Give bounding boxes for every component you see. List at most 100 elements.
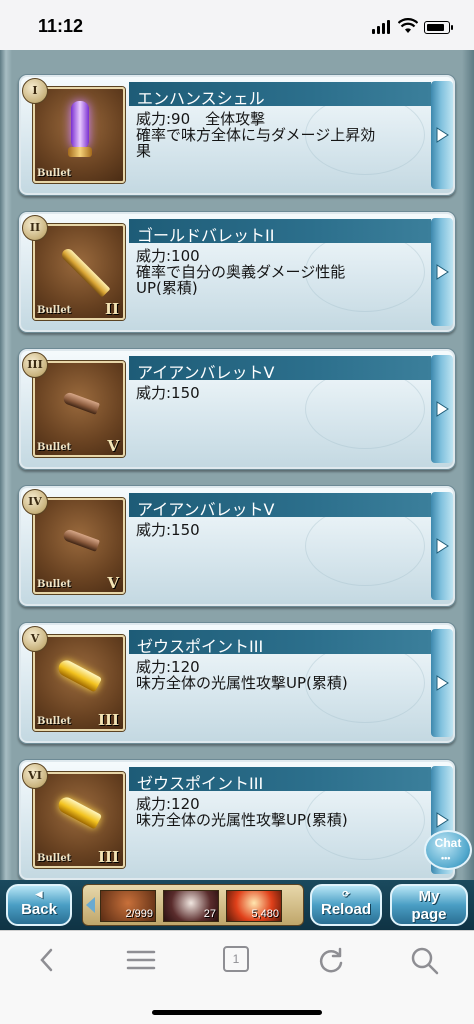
description-line: UP(累積) — [136, 279, 198, 297]
reload-button[interactable]: ⟳ Reload — [310, 884, 382, 926]
description-line: 威力:120 — [136, 658, 200, 676]
description-line: 確率で自分の奥義ダメージ性能 — [136, 263, 346, 281]
detail-arrow-button[interactable] — [431, 492, 453, 600]
bullet-description: 威力:150 — [136, 385, 426, 401]
browser-menu-icon[interactable] — [126, 946, 156, 974]
chevron-right-icon — [436, 264, 449, 280]
slot-number-badge: II — [22, 215, 48, 241]
bullet-name-bar: ゼウスポイントIII — [129, 767, 431, 793]
browser-search-icon[interactable] — [410, 946, 440, 976]
iron-bullet-icon: Bullet V — [33, 361, 125, 457]
description-line: 威力:100 — [136, 247, 200, 265]
tab-count: 1 — [232, 952, 240, 966]
description-line: 味方全体の光属性攻撃UP(累積) — [136, 674, 348, 692]
gold-bullet-icon: Bullet II — [33, 224, 125, 320]
bullet-card[interactable]: Bullet III VI ゼウスポイントIII 威力:120 味方全体の光属性攻撃UP(… — [18, 759, 456, 881]
item-2-count: 27 — [203, 908, 216, 920]
back-button[interactable]: ◀ Back — [6, 884, 72, 926]
bullet-description: 威力:100 確率で自分の奥義ダメージ性能 UP(累積) — [136, 248, 426, 296]
bullet-name-bar: エンハンスシェル — [129, 82, 431, 108]
purple-shell-icon: Bullet — [33, 87, 125, 183]
game-screen: Bullet I エンハンスシェル 威力:90 全体攻撃 確率で味方全体に与ダメージ上昇… — [0, 50, 474, 934]
status-time: 11:12 — [38, 16, 84, 36]
battery-icon — [424, 21, 453, 34]
detail-arrow-button[interactable] — [431, 218, 453, 326]
bullet-description: 威力:120 味方全体の光属性攻撃UP(累積) — [136, 796, 426, 828]
zeus-bullet-icon: Bullet III — [33, 635, 125, 731]
chat-label: Chat — [434, 836, 462, 850]
thumb-rank: V — [107, 574, 119, 592]
thumb-label: Bullet — [37, 442, 72, 453]
item-1-count: 2/999 — [125, 908, 153, 920]
bullet-name: アイアンバレットV — [137, 500, 275, 519]
back-label: Back — [21, 901, 57, 918]
thumb-label: Bullet — [37, 716, 72, 727]
bullet-description: 威力:90 全体攻撃 確率で味方全体に与ダメージ上昇効果 — [136, 111, 426, 159]
description-line: 果 — [136, 142, 152, 160]
chevron-right-icon — [436, 538, 449, 554]
mypage-label-line2: page — [411, 906, 447, 923]
description-line: 確率で味方全体に与ダメージ上昇効 — [136, 126, 376, 144]
thumb-label: Bullet — [37, 168, 72, 179]
zeus-bullet-icon: Bullet III — [33, 772, 125, 868]
browser-reload-icon[interactable] — [316, 946, 346, 974]
item-3-icon[interactable]: 5,480 — [226, 890, 282, 922]
game-navigation-bar: ◀ Back 2/999 27 5,480 ⟳ Reload My page — [0, 880, 474, 930]
thumb-rank: III — [97, 848, 119, 866]
bullet-card[interactable]: Bullet V IV アイアンバレットV 威力:150 — [18, 485, 456, 607]
home-indicator — [152, 1010, 322, 1015]
thumb-rank: III — [97, 711, 119, 729]
slot-number-badge: IV — [22, 489, 48, 515]
mypage-button[interactable]: My page — [390, 884, 468, 926]
description-line: 威力:150 — [136, 521, 200, 539]
description-line: 味方全体の光属性攻撃UP(累積) — [136, 811, 348, 829]
detail-arrow-button[interactable] — [431, 81, 453, 189]
detail-arrow-button[interactable] — [431, 629, 453, 737]
item-strip: 2/999 27 5,480 — [82, 884, 304, 926]
bullet-name: ゴールドバレットII — [137, 226, 275, 245]
chevron-right-icon — [436, 127, 449, 143]
bullet-card[interactable]: Bullet III V ゼウスポイントIII 威力:120 味方全体の光属性攻撃UP(累… — [18, 622, 456, 744]
strip-left-arrow-icon[interactable] — [86, 897, 95, 913]
thumb-rank: II — [104, 300, 119, 318]
thumb-label: Bullet — [37, 853, 72, 864]
bullet-name: アイアンバレットV — [137, 363, 275, 382]
status-bar: 11:12 — [0, 0, 474, 50]
slot-number-badge: VI — [22, 763, 48, 789]
item-2-icon[interactable]: 27 — [163, 890, 219, 922]
bullet-description: 威力:150 — [136, 522, 426, 538]
iron-bullet-icon: Bullet V — [33, 498, 125, 594]
reload-label: Reload — [320, 901, 371, 918]
bullet-name: ゼウスポイントIII — [137, 774, 264, 793]
bullet-name-bar: ゴールドバレットII — [129, 219, 431, 245]
thumb-label: Bullet — [37, 579, 72, 590]
slot-number-badge: III — [22, 352, 48, 378]
bullet-name-bar: ゼウスポイントIII — [129, 630, 431, 656]
wifi-icon — [398, 18, 418, 33]
detail-arrow-button[interactable] — [431, 355, 453, 463]
chat-dots: ••• — [441, 853, 451, 863]
bullet-description: 威力:120 味方全体の光属性攻撃UP(累積) — [136, 659, 426, 691]
bullet-name-bar: アイアンバレットV — [129, 493, 431, 519]
card-decoration — [305, 369, 425, 449]
bullet-card[interactable]: Bullet I エンハンスシェル 威力:90 全体攻撃 確率で味方全体に与ダメージ上昇… — [18, 74, 456, 196]
description-line: 威力:150 — [136, 384, 200, 402]
bullet-name: エンハンスシェル — [137, 89, 265, 108]
chevron-right-icon — [436, 675, 449, 691]
slot-number-badge: I — [22, 78, 48, 104]
chevron-right-icon — [436, 812, 449, 828]
description-line: 威力:90 全体攻撃 — [136, 110, 266, 128]
description-line: 威力:120 — [136, 795, 200, 813]
bullet-card[interactable]: Bullet V III アイアンバレットV 威力:150 — [18, 348, 456, 470]
browser-back-icon[interactable] — [36, 946, 58, 974]
bullet-name-bar: アイアンバレットV — [129, 356, 431, 382]
item-1-icon[interactable]: 2/999 — [100, 890, 156, 922]
chat-button[interactable]: Chat ••• — [424, 830, 472, 870]
bullet-card[interactable]: Bullet II II ゴールドバレットII 威力:100 確率で自分の奥義ダメージ性能… — [18, 211, 456, 333]
bullet-name: ゼウスポイントIII — [137, 637, 264, 656]
thumb-rank: V — [107, 437, 119, 455]
item-3-count: 5,480 — [251, 908, 279, 920]
browser-tabs-button[interactable]: 1 — [223, 946, 249, 972]
chevron-right-icon — [436, 401, 449, 417]
slot-number-badge: V — [22, 626, 48, 652]
